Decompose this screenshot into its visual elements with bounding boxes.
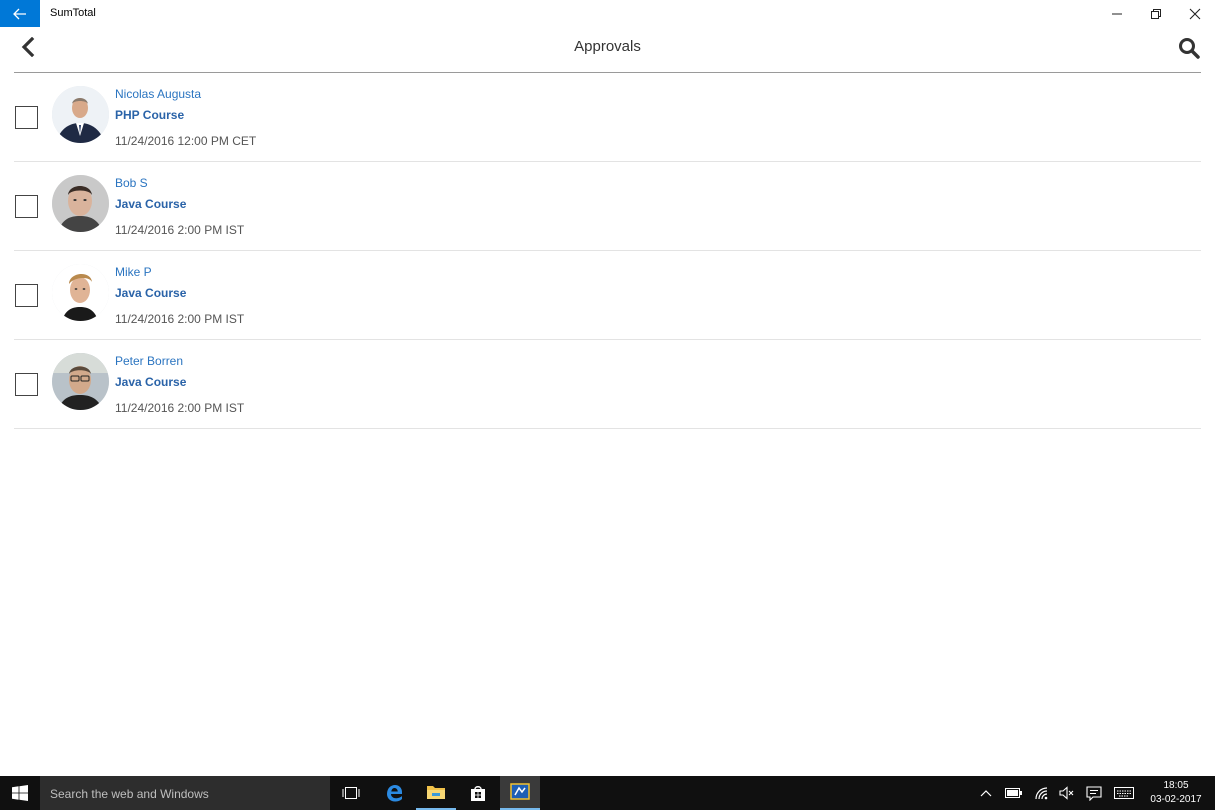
search-button[interactable] (1176, 35, 1202, 61)
sumtotal-taskbar-button[interactable] (500, 776, 540, 810)
approval-item[interactable]: Peter Borren Java Course 11/24/2016 2:00… (14, 340, 1201, 429)
show-hidden-icons-button[interactable] (976, 776, 996, 810)
approval-checkbox[interactable] (15, 106, 38, 129)
arrow-left-icon (13, 8, 26, 19)
approval-checkbox[interactable] (15, 195, 38, 218)
clock-time: 18:05 (1163, 780, 1189, 791)
restore-icon (1151, 8, 1161, 19)
request-datetime: 11/24/2016 2:00 PM IST (115, 401, 245, 415)
approval-item[interactable]: Mike P Java Course 11/24/2016 2:00 PM IS… (14, 251, 1201, 340)
store-button[interactable] (458, 776, 498, 810)
app-window: SumTotal Approvals Nicolas Augusta PHP C… (0, 0, 1215, 810)
requester-name[interactable]: Mike P (115, 265, 152, 279)
approval-checkbox[interactable] (15, 373, 38, 396)
start-button[interactable] (0, 776, 40, 810)
window-title: SumTotal (50, 7, 96, 19)
touch-keyboard-button[interactable] (1111, 776, 1137, 810)
sumtotal-app-icon (510, 783, 530, 800)
avatar (52, 86, 109, 143)
battery-icon (1005, 788, 1022, 798)
course-name[interactable]: PHP Course (115, 108, 184, 122)
course-name[interactable]: Java Course (115, 375, 186, 389)
edge-icon (387, 785, 402, 802)
requester-name[interactable]: Peter Borren (115, 354, 183, 368)
store-icon (471, 786, 485, 801)
approval-item[interactable]: Bob S Java Course 11/24/2016 2:00 PM IST (14, 162, 1201, 251)
keyboard-icon (1114, 787, 1134, 799)
app-header: Approvals (0, 27, 1215, 73)
notifications-icon (1086, 785, 1102, 801)
close-icon (1189, 8, 1201, 19)
network-button[interactable] (1030, 776, 1054, 810)
restore-button[interactable] (1136, 0, 1176, 27)
page-title: Approvals (574, 38, 641, 55)
volume-muted-icon (1059, 786, 1074, 800)
requester-name[interactable]: Nicolas Augusta (115, 87, 201, 101)
taskbar-clock[interactable]: 18:05 03-02-2017 (1146, 779, 1206, 807)
battery-button[interactable] (1002, 776, 1026, 810)
approval-checkbox[interactable] (15, 284, 38, 307)
request-datetime: 11/24/2016 12:00 PM CET (115, 134, 257, 148)
avatar (52, 175, 109, 232)
search-icon (1179, 38, 1200, 59)
volume-button[interactable] (1055, 776, 1079, 810)
course-name[interactable]: Java Course (115, 197, 186, 211)
approvals-list: Nicolas Augusta PHP Course 11/24/2016 12… (14, 73, 1201, 429)
request-datetime: 11/24/2016 2:00 PM IST (115, 312, 245, 326)
title-bar: SumTotal (0, 0, 1215, 27)
taskbar-search-box[interactable]: Search the web and Windows (40, 776, 330, 810)
requester-name[interactable]: Bob S (115, 176, 148, 190)
task-view-button[interactable] (331, 776, 371, 810)
clock-date: 03-02-2017 (1150, 794, 1202, 805)
course-name[interactable]: Java Course (115, 286, 186, 300)
close-button[interactable] (1175, 0, 1215, 27)
windows-logo-icon (12, 785, 28, 801)
wifi-icon (1035, 787, 1048, 800)
taskbar: Search the web and Windows 18:05 03-02-2… (0, 776, 1215, 810)
minimize-icon (1112, 13, 1122, 14)
file-explorer-button[interactable] (416, 776, 456, 810)
task-view-icon (342, 787, 360, 799)
window-back-button[interactable] (0, 0, 40, 27)
avatar (52, 353, 109, 410)
request-datetime: 11/24/2016 2:00 PM IST (115, 223, 245, 237)
action-center-button[interactable] (1082, 776, 1106, 810)
approval-item[interactable]: Nicolas Augusta PHP Course 11/24/2016 12… (14, 73, 1201, 162)
edge-button[interactable] (374, 776, 414, 810)
minimize-button[interactable] (1097, 0, 1137, 27)
avatar (52, 264, 109, 321)
file-explorer-icon (427, 786, 445, 799)
chevron-up-icon (980, 790, 992, 797)
